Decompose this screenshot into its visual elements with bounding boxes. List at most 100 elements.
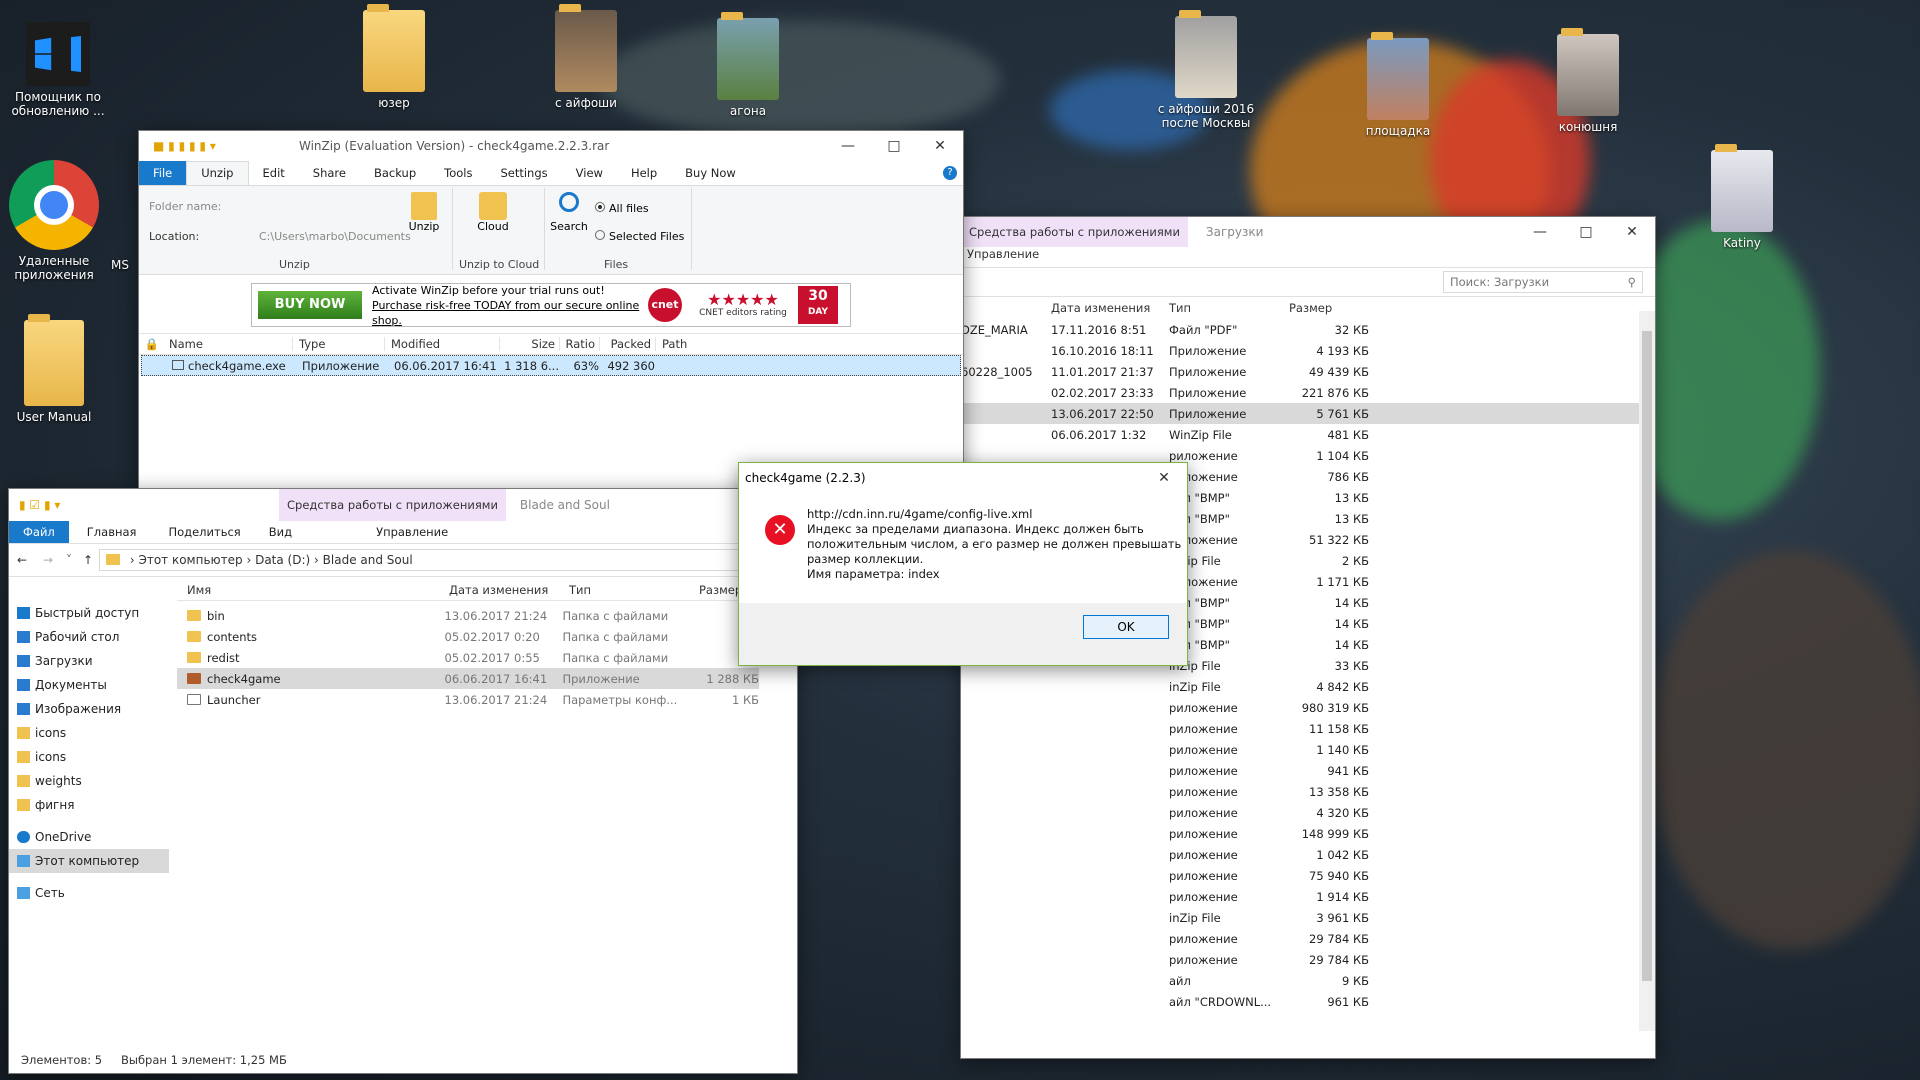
folder-stable-icon[interactable]: конюшня — [1540, 28, 1636, 134]
tab-buy-now[interactable]: Buy Now — [671, 166, 750, 180]
tab-file[interactable]: File — [139, 161, 187, 185]
table-row[interactable]: 13.06.2017 22:50 Приложение 5 761 КБ — [961, 403, 1655, 424]
breadcrumb[interactable]: › Этот компьютер › Data (D:) › Blade and… — [99, 549, 797, 571]
col-type[interactable]: Тип — [1169, 301, 1289, 315]
table-row[interactable]: check4game 06.06.2017 16:41 Приложение 1 28… — [177, 668, 759, 689]
nav-junk[interactable]: фигня — [9, 793, 169, 817]
nav-quick-access[interactable]: Быстрый доступ — [9, 601, 169, 625]
cloud-button[interactable]: Cloud — [473, 192, 513, 233]
tab-file[interactable]: Файл — [9, 521, 69, 543]
table-row[interactable]: 02.02.2017 23:33 Приложение 221 876 КБ — [961, 382, 1655, 403]
tab-share[interactable]: Share — [299, 166, 360, 180]
table-row[interactable]: айл 9 КБ — [961, 970, 1655, 991]
chrome-icon[interactable]: Удаленные приложения — [6, 160, 102, 282]
maximize-icon[interactable]: □ — [1563, 224, 1609, 240]
col-name[interactable]: Имя — [187, 583, 449, 597]
nav-weights[interactable]: weights — [9, 769, 169, 793]
context-tab[interactable]: Средства работы с приложениями — [279, 489, 506, 521]
table-row[interactable]: риложение 980 319 КБ — [961, 697, 1655, 718]
tab-settings[interactable]: Settings — [486, 166, 561, 180]
col-size[interactable]: Size — [500, 337, 560, 351]
table-row[interactable]: риложение 29 784 КБ — [961, 928, 1655, 949]
tab-unzip[interactable]: Unzip — [186, 161, 249, 185]
nav-icons-2[interactable]: icons — [9, 745, 169, 769]
folder-iphone2016-icon[interactable]: с айфоши 2016 после Москвы — [1156, 10, 1256, 130]
table-row[interactable]: contents 05.02.2017 0:20 Папка с файлами — [177, 626, 759, 647]
nav-desktop[interactable]: Рабочий стол — [9, 625, 169, 649]
table-row[interactable]: redist 05.02.2017 0:55 Папка с файлами — [177, 647, 759, 668]
maximize-icon[interactable]: □ — [871, 138, 917, 154]
col-type[interactable]: Тип — [569, 583, 699, 597]
buy-now-button[interactable]: BUY NOW — [258, 291, 362, 319]
up-icon[interactable]: ↑ — [77, 553, 99, 567]
table-row[interactable]: Launcher 13.06.2017 21:24 Параметры конф..… — [177, 689, 759, 710]
table-row[interactable]: 16.10.2016 18:11 Приложение 4 193 КБ — [961, 340, 1655, 361]
tab-edit[interactable]: Edit — [249, 166, 299, 180]
update-assistant-icon[interactable]: Помощник по обновлению ... — [10, 22, 106, 118]
table-row[interactable]: inZip File 3 961 КБ — [961, 907, 1655, 928]
tab-backup[interactable]: Backup — [360, 166, 430, 180]
col-packed[interactable]: Packed — [600, 337, 656, 351]
folder-user-icon[interactable]: юзер — [346, 4, 442, 110]
unzip-button[interactable]: Unzip — [407, 192, 441, 233]
minimize-icon[interactable]: — — [825, 138, 871, 154]
col-path[interactable]: Path — [656, 337, 687, 351]
table-row[interactable]: риложение 1 914 КБ — [961, 886, 1655, 907]
col-date[interactable]: Дата изменения — [1051, 301, 1169, 315]
manage-tab[interactable]: Управление — [961, 247, 1655, 267]
table-row[interactable]: inZip File 4 842 КБ — [961, 676, 1655, 697]
col-size[interactable]: Размер — [1289, 301, 1369, 315]
col-name[interactable]: Name — [165, 337, 293, 351]
table-row[interactable]: риложение 148 999 КБ — [961, 823, 1655, 844]
forward-icon[interactable]: → — [35, 553, 61, 567]
nav-downloads[interactable]: Загрузки — [9, 649, 169, 673]
table-row[interactable]: 60228_1005 11.01.2017 21:37 Приложение 49 4… — [961, 361, 1655, 382]
table-row[interactable]: риложение 941 КБ — [961, 760, 1655, 781]
nav-documents[interactable]: Документы — [9, 673, 169, 697]
table-row[interactable]: риложение 4 320 КБ — [961, 802, 1655, 823]
nav-this-pc[interactable]: Этот компьютер — [9, 849, 169, 873]
table-row[interactable]: риложение 75 940 КБ — [961, 865, 1655, 886]
tab-view[interactable]: Вид — [255, 525, 306, 539]
search-input[interactable]: Поиск: Загрузки ⚲ — [1443, 271, 1643, 293]
minimize-icon[interactable]: — — [1517, 224, 1563, 240]
col-modified[interactable]: Modified — [385, 337, 500, 351]
recent-icon[interactable]: ˅ — [61, 553, 77, 567]
col-type[interactable]: Type — [293, 337, 385, 351]
archive-row[interactable]: check4game.exe Приложение 06.06.2017 16:… — [141, 355, 961, 376]
table-row[interactable]: риложение 13 358 КБ — [961, 781, 1655, 802]
table-row[interactable]: 06.06.2017 1:32 WinZip File 481 КБ — [961, 424, 1655, 445]
tab-manage[interactable]: Управление — [306, 525, 462, 539]
help-icon[interactable]: ? — [943, 166, 957, 180]
scrollbar[interactable] — [1639, 311, 1655, 1031]
all-files-radio[interactable]: All files — [595, 202, 649, 215]
tab-share[interactable]: Поделиться — [154, 525, 254, 539]
close-icon[interactable]: ✕ — [1141, 470, 1187, 486]
table-row[interactable]: айл "CRDOWNL... 961 КБ — [961, 991, 1655, 1012]
nav-pictures[interactable]: Изображения — [9, 697, 169, 721]
tab-view[interactable]: View — [562, 166, 617, 180]
ok-button[interactable]: OK — [1083, 615, 1169, 639]
close-icon[interactable]: ✕ — [917, 138, 963, 154]
search-button[interactable]: Search — [549, 192, 589, 233]
back-icon[interactable]: ← — [9, 553, 35, 567]
context-tab[interactable]: Средства работы с приложениями — [961, 217, 1188, 247]
col-ratio[interactable]: Ratio — [560, 337, 600, 351]
close-icon[interactable]: ✕ — [1609, 224, 1655, 240]
nav-network[interactable]: Сеть — [9, 881, 169, 905]
nav-onedrive[interactable]: OneDrive — [9, 825, 169, 849]
user-manual-icon[interactable]: User Manual — [6, 314, 102, 424]
buy-now-banner[interactable]: BUY NOW Activate WinZip before your tria… — [251, 283, 851, 327]
folder-katiny-icon[interactable]: Katiny — [1694, 144, 1790, 250]
tab-tools[interactable]: Tools — [430, 166, 486, 180]
table-row[interactable]: DZE_MARIA 17.11.2016 8:51 Файл "PDF" 32 КБ — [961, 319, 1655, 340]
nav-icons-1[interactable]: icons — [9, 721, 169, 745]
table-row[interactable]: bin 13.06.2017 21:24 Папка с файлами — [177, 605, 759, 626]
table-row[interactable]: риложение 1 140 КБ — [961, 739, 1655, 760]
banner-line2[interactable]: Purchase risk-free TODAY from our secure… — [372, 298, 648, 328]
tab-help[interactable]: Help — [617, 166, 671, 180]
tab-home[interactable]: Главная — [69, 525, 155, 539]
table-row[interactable]: риложение 1 042 КБ — [961, 844, 1655, 865]
table-row[interactable]: риложение 29 784 КБ — [961, 949, 1655, 970]
col-date[interactable]: Дата изменения — [449, 583, 569, 597]
